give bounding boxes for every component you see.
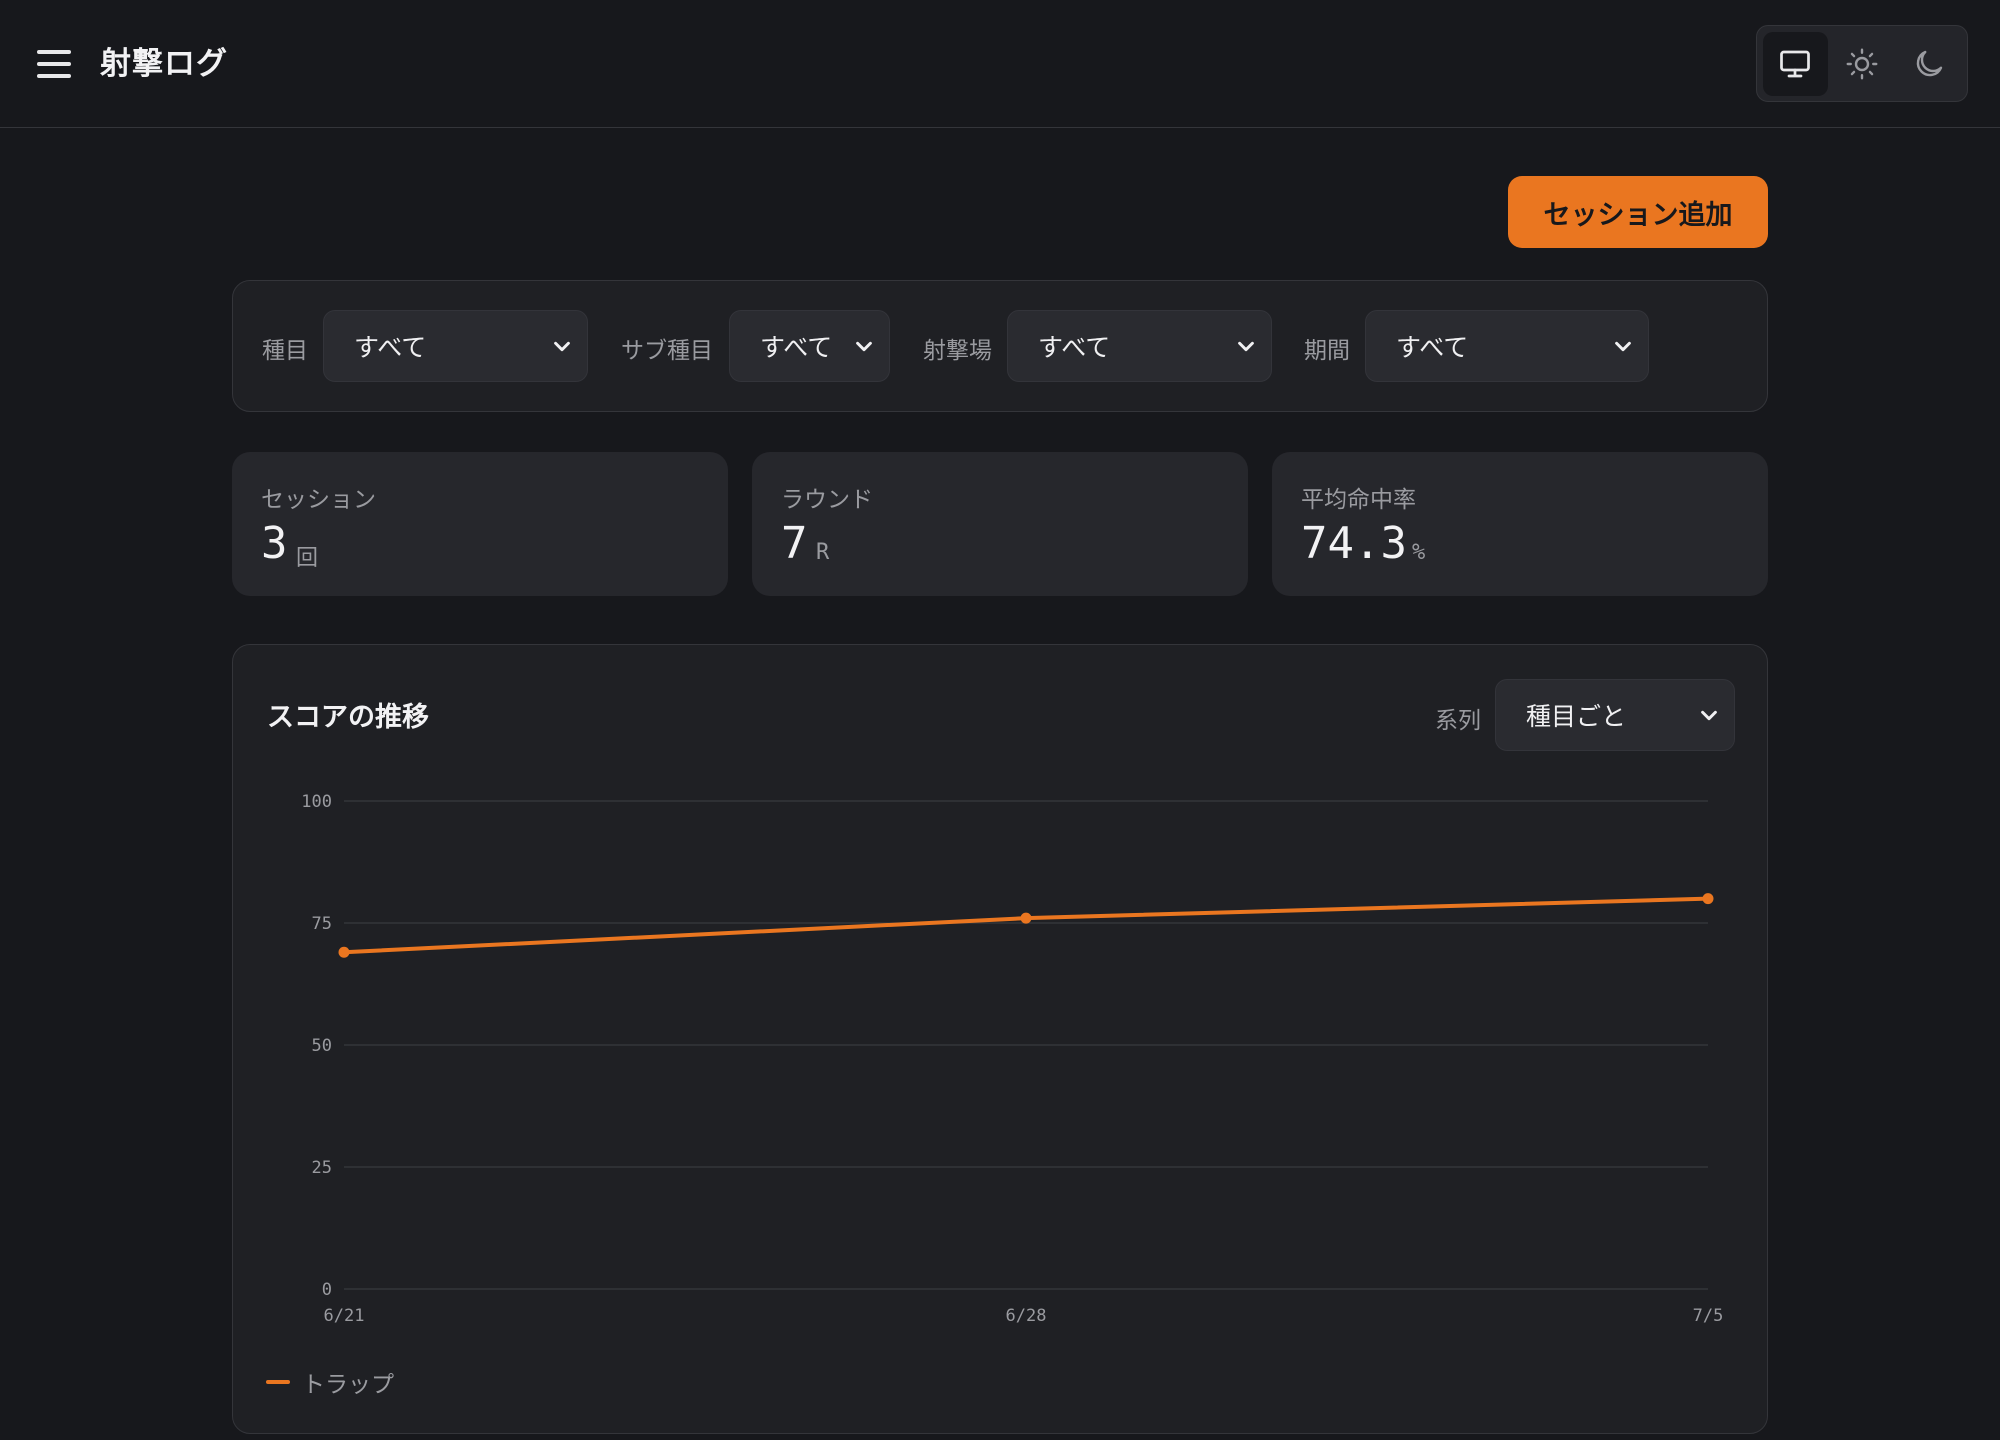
menu-icon[interactable] — [34, 44, 74, 84]
rounds-stat-value: 7 — [781, 518, 808, 569]
period-select[interactable]: すべて — [1365, 310, 1649, 382]
sun-icon — [1846, 48, 1878, 79]
hit-rate-stat-unit: % — [1412, 540, 1426, 565]
chevron-down-icon — [1615, 341, 1631, 352]
sessions-stat-label: セッション — [261, 487, 376, 513]
sessions-stat-card: セッション 3 回 — [232, 452, 728, 596]
moon-icon — [1916, 50, 1942, 76]
period-select-value: すべて — [1396, 333, 1469, 362]
range-filter-label: 射撃場 — [923, 338, 992, 364]
theme-dark-button[interactable] — [1896, 32, 1961, 96]
legend-swatch-trap — [266, 1380, 290, 1384]
sessions-stat-unit: 回 — [296, 546, 319, 571]
legend-label-trap: トラップ — [302, 1372, 394, 1398]
score-chart-panel: スコアの推移 系列 種目ごと 0 25 50 75 100 6/21 6/28 7/5 トラッ… — [232, 644, 1768, 1434]
rounds-stat-label: ラウンド — [781, 487, 873, 513]
rounds-stat-unit: R — [816, 540, 830, 565]
theme-switcher — [1756, 25, 1968, 102]
sub-event-select[interactable]: すべて — [729, 310, 890, 382]
sessions-stat-value: 3 — [261, 518, 288, 569]
series-line-trap — [343, 896, 1709, 955]
chevron-down-icon — [1238, 341, 1254, 352]
y-tick-label: 50 — [312, 1036, 332, 1056]
range-select-value: すべて — [1038, 333, 1111, 362]
hit-rate-stat-value: 74.3 — [1301, 518, 1407, 569]
y-tick-label: 100 — [301, 792, 332, 812]
x-tick-label: 6/21 — [324, 1306, 365, 1326]
theme-light-button[interactable] — [1830, 32, 1895, 96]
filter-panel: 種目 すべて サブ種目 すべて 射撃場 すべて 期間 すべて — [232, 280, 1768, 412]
add-session-button[interactable]: セッション追加 — [1508, 176, 1768, 248]
event-select-value: すべて — [354, 333, 427, 362]
chevron-down-icon — [856, 341, 872, 352]
chart-legend: トラップ — [266, 1365, 394, 1399]
score-line-chart: 0 25 50 75 100 6/21 6/28 7/5 — [301, 792, 1724, 1326]
period-filter-label: 期間 — [1304, 338, 1350, 364]
app-title: 射撃ログ — [100, 46, 228, 82]
data-point — [338, 946, 350, 958]
hit-rate-stat-card: 平均命中率 74.3 % — [1272, 452, 1768, 596]
theme-system-button[interactable] — [1763, 31, 1828, 96]
y-tick-label: 25 — [312, 1158, 332, 1178]
monitor-icon — [1780, 50, 1811, 77]
rounds-stat-card: ラウンド 7 R — [752, 452, 1248, 596]
x-tick-label: 6/28 — [1006, 1306, 1047, 1326]
hit-rate-stat-label: 平均命中率 — [1301, 487, 1416, 513]
app-header: 射撃ログ — [0, 0, 2000, 128]
range-select[interactable]: すべて — [1007, 310, 1272, 382]
event-filter-label: 種目 — [262, 338, 308, 364]
x-tick-label: 7/5 — [1693, 1306, 1724, 1326]
event-select[interactable]: すべて — [323, 310, 588, 382]
chevron-down-icon — [554, 341, 570, 352]
sub-event-select-value: すべて — [760, 333, 833, 362]
y-tick-label: 75 — [312, 914, 332, 934]
sub-event-filter-label: サブ種目 — [621, 338, 713, 364]
data-point — [1702, 893, 1714, 905]
data-point — [1020, 912, 1032, 924]
y-tick-label: 0 — [322, 1280, 332, 1300]
